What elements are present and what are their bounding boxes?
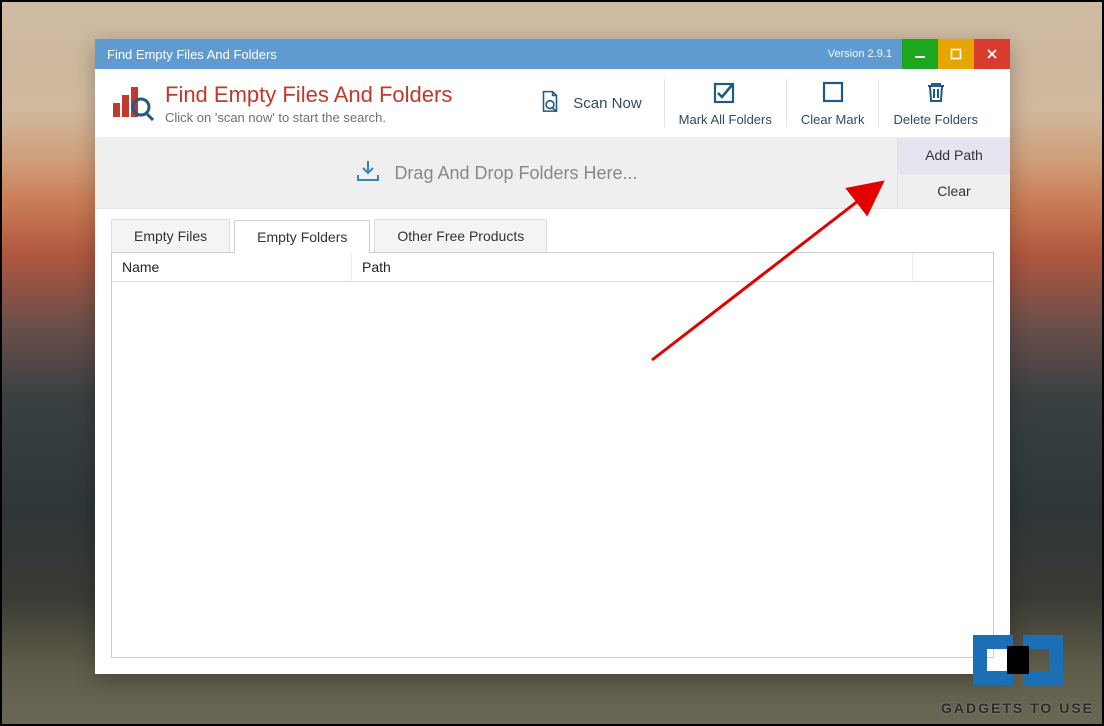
drop-zone-label: Drag And Drop Folders Here...: [394, 163, 637, 184]
app-subtitle: Click on 'scan now' to start the search.: [165, 110, 452, 125]
clear-paths-button[interactable]: Clear: [898, 174, 1010, 209]
watermark-logo-icon: [963, 620, 1073, 700]
delete-folders-button[interactable]: Delete Folders: [878, 79, 992, 127]
results-table: Name Path: [111, 252, 994, 658]
trash-icon: [923, 79, 949, 108]
window-title: Find Empty Files And Folders: [107, 47, 828, 62]
header: Find Empty Files And Folders Click on 's…: [95, 69, 1010, 138]
minimize-button[interactable]: [902, 39, 938, 69]
column-header-path[interactable]: Path: [352, 253, 913, 281]
clear-mark-button[interactable]: Clear Mark: [786, 79, 879, 127]
path-buttons: Add Path Clear: [897, 138, 1010, 208]
search-doc-icon: [537, 89, 563, 118]
close-icon: [986, 48, 998, 60]
app-title: Find Empty Files And Folders: [165, 82, 452, 108]
close-button[interactable]: [974, 39, 1010, 69]
app-window: Find Empty Files And Folders Version 2.9…: [95, 39, 1010, 674]
maximize-button[interactable]: [938, 39, 974, 69]
watermark: GADGETS TO USE: [941, 620, 1094, 716]
column-header-spacer: [913, 253, 993, 281]
drop-row: Drag And Drop Folders Here... Add Path C…: [95, 138, 1010, 209]
add-path-button[interactable]: Add Path: [898, 138, 1010, 174]
tabs: Empty Files Empty Folders Other Free Pro…: [95, 209, 1010, 252]
drop-zone[interactable]: Drag And Drop Folders Here...: [95, 138, 897, 208]
table-header: Name Path: [112, 253, 993, 282]
titlebar[interactable]: Find Empty Files And Folders Version 2.9…: [95, 39, 1010, 69]
inbox-download-icon: [354, 157, 382, 190]
toolbar: Scan Now Mark All Folders Clear Mark: [527, 79, 992, 127]
table-body: [112, 282, 993, 657]
mark-all-folders-button[interactable]: Mark All Folders: [664, 79, 786, 127]
minimize-icon: [914, 48, 926, 60]
tab-empty-files[interactable]: Empty Files: [111, 219, 230, 252]
checkbox-empty-icon: [820, 79, 846, 108]
scan-now-button[interactable]: Scan Now: [527, 79, 663, 127]
maximize-icon: [950, 48, 962, 60]
checkbox-checked-icon: [712, 79, 738, 108]
app-logo-icon: [111, 81, 155, 126]
clear-mark-label: Clear Mark: [801, 112, 865, 127]
delete-folders-label: Delete Folders: [893, 112, 978, 127]
watermark-text: GADGETS TO USE: [941, 700, 1094, 716]
version-label: Version 2.9.1: [828, 48, 892, 60]
scan-now-label: Scan Now: [573, 95, 641, 112]
column-header-name[interactable]: Name: [112, 253, 352, 281]
tab-empty-folders[interactable]: Empty Folders: [234, 220, 370, 253]
mark-all-label: Mark All Folders: [679, 112, 772, 127]
brand: Find Empty Files And Folders Click on 's…: [111, 81, 527, 126]
tab-other-free-products[interactable]: Other Free Products: [374, 219, 547, 252]
brand-text: Find Empty Files And Folders Click on 's…: [165, 82, 452, 125]
